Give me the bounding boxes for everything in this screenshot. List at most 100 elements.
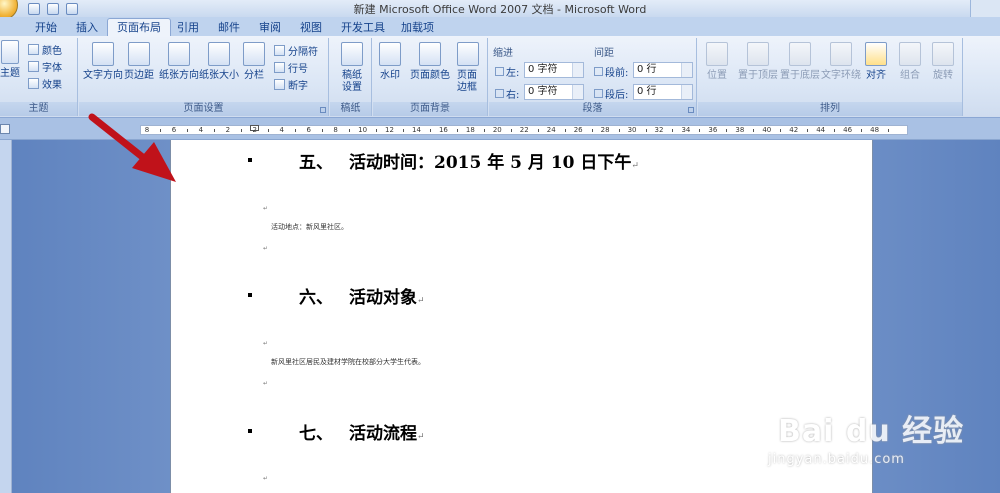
ruler-tick <box>537 129 539 132</box>
effects-button[interactable]: 效果 <box>28 76 62 91</box>
paragraph-mark: ↵ <box>263 475 269 482</box>
tab-home[interactable]: 开始 <box>26 20 66 36</box>
tab-developer[interactable]: 开发工具 <box>332 20 394 36</box>
align-button[interactable]: 对齐 <box>865 42 887 82</box>
watermark-button[interactable]: 水印 <box>379 42 401 82</box>
ruler-mark: 46 <box>843 126 853 134</box>
ruler-mark: 22 <box>519 126 529 134</box>
position-button[interactable]: 位置 <box>706 42 728 82</box>
spacing-after-icon <box>594 89 603 98</box>
ruler-tick <box>618 129 620 132</box>
watermark-brand: Bai du 经验 <box>778 414 965 449</box>
ruler-mark: 44 <box>816 126 826 134</box>
draft-setup-button[interactable]: 稿纸设置 <box>340 42 364 94</box>
spacing-before-label: 段前: <box>594 64 628 79</box>
tab-references[interactable]: 引用 <box>168 20 208 36</box>
ruler-mark: 42 <box>789 126 799 134</box>
ruler-tick <box>699 129 701 132</box>
heading-time[interactable]: 五、 活动时间：2015 年 5 月 10 日下午↵ <box>299 148 639 173</box>
ruler-tick <box>322 129 324 132</box>
ruler-tick <box>591 129 593 132</box>
paragraph-participants[interactable]: 新风里社区居民及建材学院在校部分大学生代表。 <box>271 357 425 367</box>
orientation-button[interactable]: 纸张方向 <box>159 42 199 82</box>
ruler-mark: 38 <box>735 126 745 134</box>
group-button[interactable]: 组合 <box>899 42 921 82</box>
bring-front-icon <box>747 42 769 66</box>
text-direction-icon <box>92 42 114 66</box>
ruler-tick <box>780 129 782 132</box>
ruler-tick <box>888 129 890 132</box>
ruler-mark: 32 <box>654 126 664 134</box>
window-control[interactable] <box>970 0 1000 17</box>
indent-right-icon <box>495 89 504 98</box>
ruler-mark: 34 <box>681 126 691 134</box>
page-color-button[interactable]: 页面颜色 <box>410 42 450 82</box>
vertical-ruler <box>0 140 12 493</box>
text-direction-button[interactable]: 文字方向 <box>83 42 123 82</box>
text-wrap-button[interactable]: 文字环绕 <box>821 42 861 82</box>
horizontal-ruler[interactable]: 8 6 4 2 2 4 6 8 10 12 14 16 18 20 22 24 26 28 30 32 34 36 38 40… <box>140 125 908 135</box>
dialog-launcher-icon[interactable] <box>688 107 694 113</box>
colors-button[interactable]: 颜色 <box>28 42 62 57</box>
themes-button[interactable]: 主题 <box>0 40 20 80</box>
ruler-mark: 2 <box>252 126 258 134</box>
page-borders-button[interactable]: 页面边框 <box>457 42 479 94</box>
tab-mailings[interactable]: 邮件 <box>209 20 249 36</box>
send-to-back-button[interactable]: 置于底层 <box>780 42 820 82</box>
ruler-tick <box>753 129 755 132</box>
fonts-button[interactable]: 字体 <box>28 59 62 74</box>
tab-page-layout[interactable]: 页面布局 <box>107 18 171 37</box>
draft-group: 稿纸设置 稿纸 <box>330 38 372 116</box>
tab-review[interactable]: 审阅 <box>250 20 290 36</box>
group-label: 主题 <box>0 102 77 116</box>
group-label: 稿纸 <box>330 102 371 116</box>
themes-group: 主题 颜色 字体 效果 主题 <box>0 38 78 116</box>
ruler-mark: 8 <box>144 126 150 134</box>
ruler-tick <box>510 129 512 132</box>
paragraph-mark: ↵ <box>263 380 269 387</box>
spacing-after-label: 段后: <box>594 86 628 101</box>
group-label: 页面背景 <box>373 102 487 116</box>
tab-selector[interactable] <box>0 124 10 134</box>
spacing-before-icon <box>594 67 603 76</box>
ruler-mark: 14 <box>412 126 421 134</box>
margins-button[interactable]: 页边距 <box>124 42 154 82</box>
breaks-button[interactable]: 分隔符 <box>274 43 318 58</box>
orientation-icon <box>168 42 190 66</box>
heading-participants[interactable]: 六、 活动对象↵ <box>299 283 425 308</box>
hyphenation-icon <box>274 79 285 90</box>
hyphenation-button[interactable]: 断字 <box>274 77 308 92</box>
arrange-group: 位置 置于顶层 置于底层 文字环绕 对齐 组合 旋转 排列 <box>698 38 963 116</box>
bring-to-front-button[interactable]: 置于顶层 <box>738 42 778 82</box>
rotate-button[interactable]: 旋转 <box>932 42 954 82</box>
ruler-tick <box>483 129 485 132</box>
ruler-mark: 30 <box>627 126 637 134</box>
spacing-before-input[interactable]: 0 行 <box>633 62 693 78</box>
tab-addins[interactable]: 加载项 <box>392 20 443 36</box>
send-back-icon <box>789 42 811 66</box>
spacing-after-input[interactable]: 0 行 <box>633 84 693 100</box>
effects-icon <box>28 78 39 89</box>
ruler-mark: 36 <box>708 126 718 134</box>
bullet-icon <box>248 158 252 162</box>
group-label: 段落 <box>489 102 696 116</box>
size-button[interactable]: 纸张大小 <box>199 42 239 82</box>
tab-view[interactable]: 视图 <box>291 20 331 36</box>
tab-insert[interactable]: 插入 <box>67 20 107 36</box>
indent-left-input[interactable]: 0 字符 <box>524 62 584 78</box>
ruler-tick <box>645 129 647 132</box>
heading-process[interactable]: 七、 活动流程↵ <box>299 419 425 444</box>
page-color-icon <box>419 42 441 66</box>
indent-left-label: 左: <box>495 64 519 79</box>
line-numbers-button[interactable]: 行号 <box>274 60 308 75</box>
paragraph-location[interactable]: 活动地点：新风里社区。 <box>271 222 348 232</box>
ruler-mark: 2 <box>225 126 231 134</box>
ruler-tick <box>295 129 297 132</box>
title-bar: 新建 Microsoft Office Word 2007 文档 - Micro… <box>0 0 1000 20</box>
columns-button[interactable]: 分栏 <box>243 42 265 82</box>
dialog-launcher-icon[interactable] <box>320 107 326 113</box>
line-numbers-icon <box>274 62 285 73</box>
indent-right-input[interactable]: 0 字符 <box>524 84 584 100</box>
ruler-tick <box>564 129 566 132</box>
ruler-tick <box>214 129 216 132</box>
